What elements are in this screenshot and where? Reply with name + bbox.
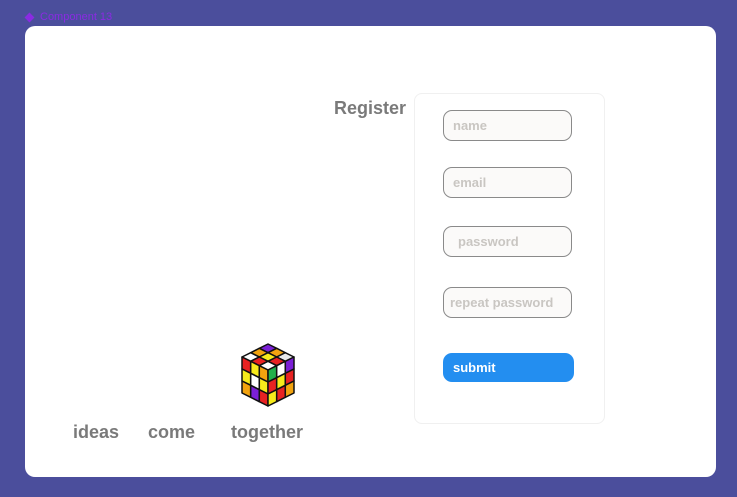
submit-button[interactable]: submit — [443, 353, 574, 382]
component-label: Component 13 — [24, 11, 113, 23]
tagline-word-come: come — [148, 422, 196, 442]
repeat-password-input[interactable] — [443, 287, 572, 318]
component-diamond-icon — [24, 12, 35, 22]
password-input[interactable] — [443, 226, 572, 257]
name-input[interactable] — [443, 110, 572, 141]
email-input[interactable] — [443, 167, 572, 198]
component-label-text: Component 13 — [40, 11, 113, 23]
register-form: submit — [414, 93, 605, 424]
tagline-word-together: together — [231, 422, 303, 442]
tagline-word-ideas: ideas — [73, 422, 120, 442]
register-title: Register — [334, 98, 407, 118]
canvas: Register submit — [25, 26, 716, 477]
rubiks-cube-icon — [241, 343, 295, 407]
